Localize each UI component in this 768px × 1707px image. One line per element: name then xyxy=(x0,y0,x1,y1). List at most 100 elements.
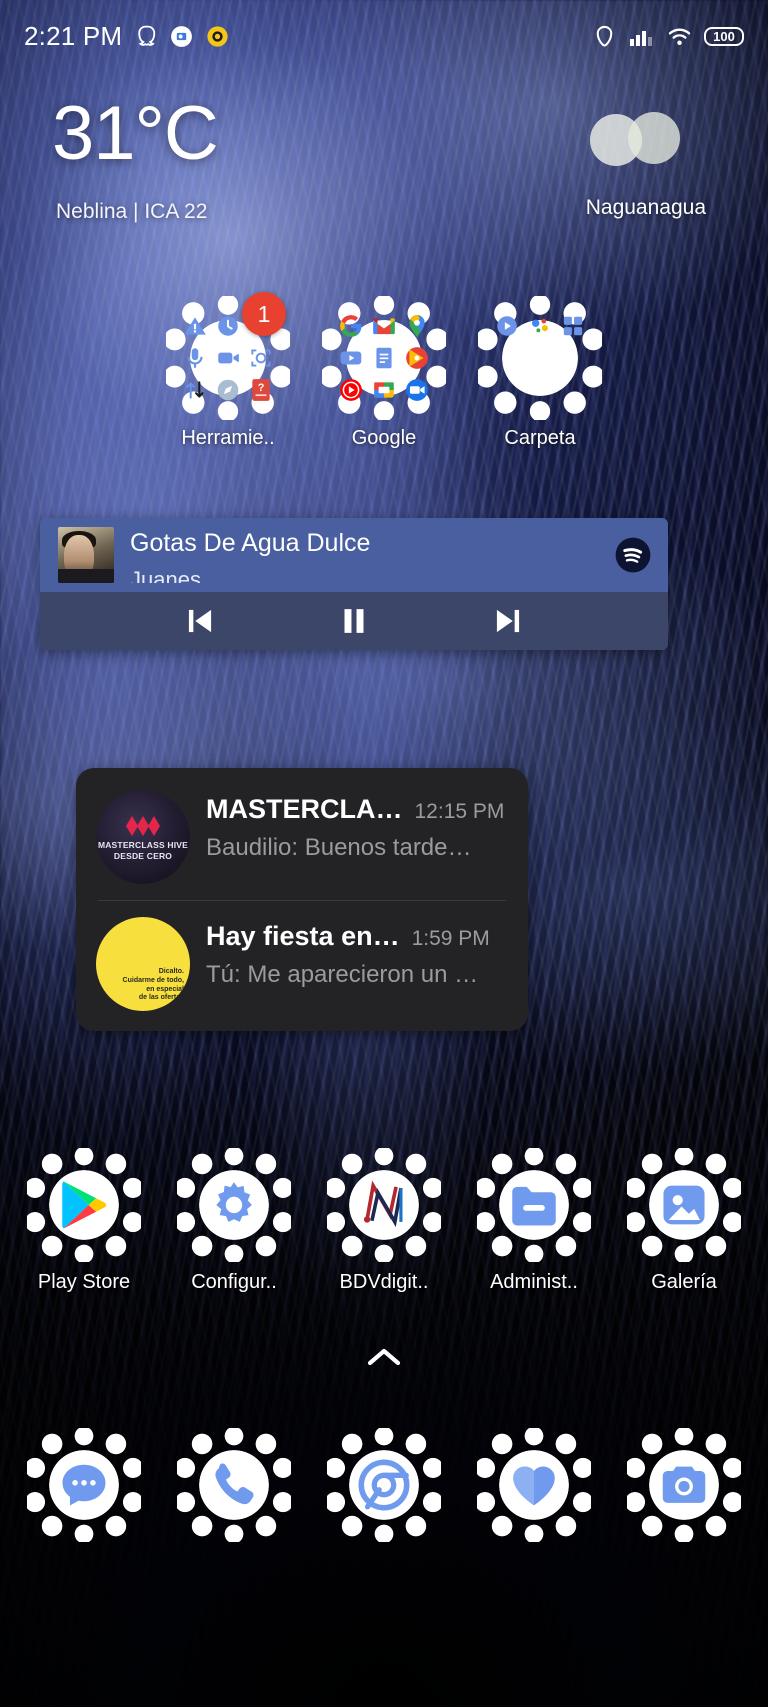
health-heart-icon xyxy=(505,1456,563,1514)
folder-tile[interactable] xyxy=(478,296,602,420)
google-play-store-icon xyxy=(55,1176,113,1234)
folder-empty-slot xyxy=(494,345,520,371)
notifications-widget[interactable]: MASTERCLASS HIVE DESDE CERO MASTERCLA… 1… xyxy=(76,768,528,1031)
folder-empty-slot xyxy=(494,377,520,403)
notification-time: 12:15 PM xyxy=(414,800,505,823)
microphone-icon xyxy=(182,345,208,371)
spotify-icon[interactable] xyxy=(614,536,652,574)
app-tile[interactable] xyxy=(27,1148,141,1262)
app-tile[interactable] xyxy=(177,1148,291,1262)
app-tile[interactable] xyxy=(177,1428,291,1542)
compass-icon xyxy=(215,377,241,403)
notification-header-row: MASTERCLA… 12:15 PM xyxy=(206,794,508,825)
app-administrador-archivos[interactable]: Administ.. xyxy=(463,1148,605,1294)
dock-app-messages[interactable] xyxy=(13,1428,155,1551)
camera-icon xyxy=(655,1456,713,1514)
phone-icon xyxy=(205,1456,263,1514)
dock-app-phone[interactable] xyxy=(163,1428,305,1551)
dock-app-camera[interactable] xyxy=(613,1428,755,1551)
chevron-up-icon[interactable] xyxy=(364,1344,404,1375)
avatar-caption: Dicalto. Cuidarme de todo, en especial d… xyxy=(123,968,184,1003)
notification-body: Hay fiesta en… 1:59 PM Tú: Me apareciero… xyxy=(206,917,508,989)
folder-label: Google xyxy=(351,427,417,449)
notification-time: 1:59 PM xyxy=(411,927,490,950)
folder-herramientas[interactable]: ? 1 Herramie.. xyxy=(158,292,298,450)
face-scan-icon xyxy=(248,345,274,371)
play-circle-icon xyxy=(494,313,520,339)
music-player-widget[interactable]: Gotas De Agua Dulce Juanes xyxy=(40,518,668,650)
folder-tile[interactable] xyxy=(322,296,446,420)
svg-text:?: ? xyxy=(258,382,265,394)
app-drawer-indicator[interactable] xyxy=(0,1344,768,1375)
next-track-button[interactable] xyxy=(485,601,531,641)
notification-title: MASTERCLA… xyxy=(206,794,403,824)
chrome-icon xyxy=(355,1456,413,1514)
wifi-icon xyxy=(666,23,693,50)
messages-icon xyxy=(55,1456,113,1514)
app-tile[interactable] xyxy=(27,1428,141,1542)
dock-app-health[interactable] xyxy=(463,1428,605,1551)
folder-carpeta[interactable]: Carpeta xyxy=(470,296,610,450)
app-label: Play Store xyxy=(37,1271,131,1293)
track-metadata: Gotas De Agua Dulce Juanes xyxy=(130,527,598,583)
app-tile[interactable] xyxy=(627,1148,741,1262)
album-art xyxy=(58,527,114,583)
status-bar-left-group: 2:21 PM xyxy=(24,21,231,52)
app-bdvdigital[interactable]: BDVdigit.. xyxy=(313,1148,455,1294)
brightness-sun-icon xyxy=(204,23,231,50)
google-photos-icon xyxy=(371,377,397,403)
notification-header-row: Hay fiesta en… 1:59 PM xyxy=(206,921,508,952)
google-docs-icon xyxy=(371,345,397,371)
app-tile[interactable] xyxy=(327,1428,441,1542)
app-tile[interactable] xyxy=(477,1148,591,1262)
app-galeria[interactable]: Galería xyxy=(613,1148,755,1294)
folder-empty-slot xyxy=(527,377,553,403)
google-play-music-icon xyxy=(404,345,430,371)
avatar-caption-line3: en especial xyxy=(146,985,184,993)
notification-item[interactable]: Dicalto. Cuidarme de todo, en especial d… xyxy=(76,901,528,1021)
dock-app-chrome[interactable] xyxy=(313,1428,455,1551)
app-configuracion[interactable]: Configur.. xyxy=(163,1148,305,1294)
previous-track-button[interactable] xyxy=(177,601,223,641)
status-bar-right-group: 100 xyxy=(591,23,744,50)
vpn-icon xyxy=(591,23,618,50)
google-maps-icon xyxy=(404,313,430,339)
weather-widget[interactable]: 31°C Neblina | ICA 22 Naguanagua xyxy=(0,96,768,246)
dock-row xyxy=(0,1428,768,1551)
folder-empty-slot xyxy=(527,345,553,371)
weather-temperature: 31°C xyxy=(52,91,219,176)
avatar-caption-line1: Dicalto. xyxy=(158,968,184,975)
camera-notification-icon xyxy=(169,24,194,49)
quiz-app-icon: ? xyxy=(248,377,274,403)
status-bar: 2:21 PM 100 xyxy=(0,0,768,72)
avatar-caption-line2: Cuidarme de todo, xyxy=(122,976,184,984)
youtube-music-icon xyxy=(338,377,364,403)
folder-row: ? 1 Herramie.. Google Carpeta xyxy=(0,292,768,450)
music-info-bar[interactable]: Gotas De Agua Dulce Juanes xyxy=(40,518,668,592)
folder-google[interactable]: Google xyxy=(314,296,454,450)
signal-bars-icon xyxy=(629,25,655,47)
hive-logo-icon xyxy=(123,813,163,839)
folder-empty-slot xyxy=(560,377,586,403)
google-meet-icon xyxy=(404,377,430,403)
notification-item[interactable]: MASTERCLASS HIVE DESDE CERO MASTERCLA… 1… xyxy=(76,774,528,894)
weather-city: Naguanagua xyxy=(585,196,706,219)
notification-preview: Tú: Me aparecieron un … xyxy=(206,961,479,988)
app-tile[interactable] xyxy=(627,1428,741,1542)
google-search-icon xyxy=(338,313,364,339)
music-controls-bar xyxy=(40,592,668,650)
pause-button[interactable] xyxy=(331,601,377,641)
settings-gear-icon xyxy=(205,1176,263,1234)
avatar-caption-line2: DESDE CERO xyxy=(113,851,173,861)
app-play-store[interactable]: Play Store xyxy=(13,1148,155,1294)
folder-badge-count: 1 xyxy=(242,292,286,336)
apps-grid-icon xyxy=(560,313,586,339)
folder-tile[interactable]: ? 1 xyxy=(166,292,290,420)
app-tile[interactable] xyxy=(327,1148,441,1262)
notification-preview: Baudilio: Buenos tarde… xyxy=(206,834,472,861)
folder-label: Carpeta xyxy=(504,427,576,449)
screen-recorder-icon xyxy=(215,345,241,371)
file-transfer-icon xyxy=(182,377,208,403)
file-manager-icon xyxy=(505,1176,563,1234)
app-tile[interactable] xyxy=(477,1428,591,1542)
